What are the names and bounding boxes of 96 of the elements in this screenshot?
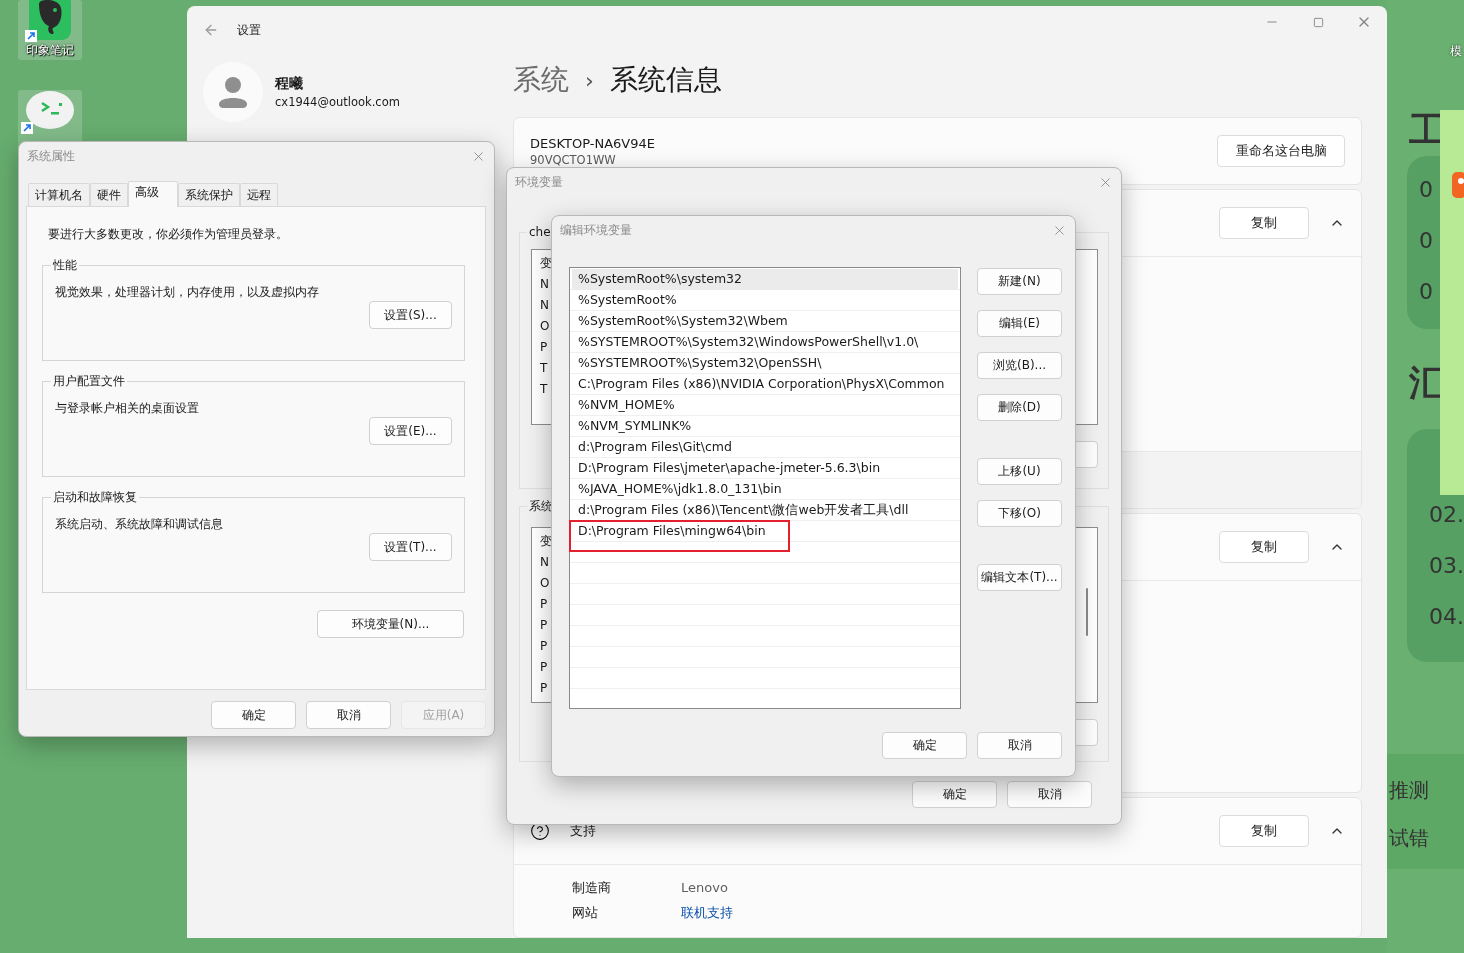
app-logo-icon <box>1452 172 1464 198</box>
tab[interactable]: 远程 <box>240 183 278 206</box>
info-value: Lenovo <box>681 880 728 895</box>
support-link[interactable]: 联机支持 <box>681 903 733 922</box>
window-title: 设置 <box>237 21 261 39</box>
note-text: 试错 <box>1389 825 1430 851</box>
action-button[interactable]: 上移(U) <box>977 458 1062 485</box>
dialog-button[interactable]: 确定 <box>912 781 997 808</box>
note-text: 推测 <box>1389 777 1430 803</box>
list-number: 0 <box>1419 227 1433 255</box>
action-button[interactable]: 新建(N) <box>977 268 1062 295</box>
user-email: cx1944@outlook.com <box>275 95 400 109</box>
info-label: 制造商 <box>572 878 612 897</box>
list-number: 0 <box>1419 278 1433 306</box>
step-number: 03. <box>1429 552 1464 580</box>
section-title: 支持 <box>570 822 596 840</box>
tab[interactable]: 硬件 <box>90 183 128 206</box>
step-number: 04. <box>1429 603 1464 631</box>
variable-name: T <box>539 381 548 398</box>
path-entry[interactable]: %NVM_SYMLINK% <box>572 416 958 437</box>
maximize-icon <box>1312 16 1324 28</box>
copy-button[interactable]: 复制 <box>1219 531 1309 563</box>
app-label: 模 <box>1450 43 1462 60</box>
page-title: 系统信息 <box>609 62 722 98</box>
dialog-button[interactable]: 取消 <box>1007 781 1092 808</box>
group-description: 视觉效果，处理器计划，内存使用，以及虚拟内存 <box>55 284 320 301</box>
group-description: 与登录帐户相关的桌面设置 <box>55 400 200 417</box>
variable-name: P <box>539 680 548 697</box>
chat-bubble-icon[interactable] <box>25 90 75 132</box>
step-number: 02. <box>1429 501 1464 529</box>
variable-name: P <box>539 596 548 613</box>
path-entry[interactable]: %SystemRoot%\system32 <box>572 269 958 290</box>
variable-name: N <box>539 297 549 314</box>
settings-button[interactable]: 设置(T)... <box>369 533 452 561</box>
path-entry[interactable]: %SYSTEMROOT%\System32\OpenSSH\ <box>572 353 958 374</box>
variable-name: N <box>539 554 549 571</box>
group-title: che <box>528 225 552 239</box>
variable-name: P <box>539 638 548 655</box>
device-model: 90VQCTO1WW <box>530 152 617 167</box>
action-button[interactable]: 浏览(B)... <box>977 352 1062 379</box>
variable-name: P <box>539 617 548 634</box>
variable-name: 变 <box>539 255 552 272</box>
action-button[interactable]: 编辑(E) <box>977 310 1062 337</box>
rename-button[interactable]: 重命名这台电脑 <box>1217 135 1345 167</box>
path-entry[interactable]: %JAVA_HOME%\jdk1.8.0_131\bin <box>572 479 958 500</box>
variable-name: T <box>539 360 548 377</box>
dialog-button[interactable]: 确定 <box>211 701 296 729</box>
tab[interactable]: 计算机名 <box>28 183 90 206</box>
notes-app-icon[interactable] <box>29 0 71 40</box>
action-button[interactable]: 删除(D) <box>977 394 1062 421</box>
variable-name: O <box>539 318 550 335</box>
breadcrumb-separator: › <box>585 67 594 93</box>
path-entry[interactable]: %SystemRoot%\System32\Wbem <box>572 311 958 332</box>
variable-name: P <box>539 659 548 676</box>
action-button[interactable]: 编辑文本(T)... <box>977 564 1062 591</box>
shortcut-arrow-icon <box>25 30 37 42</box>
dialog-title: 编辑环境变量 <box>560 221 632 239</box>
group-title: 启动和故障恢复 <box>52 489 138 506</box>
path-entry[interactable]: D:\Program Files\jmeter\apache-jmeter-5.6.3\bin <box>572 458 958 479</box>
environment-variables-button[interactable]: 环境变量(N)... <box>317 610 464 638</box>
dialog-title: 系统属性 <box>27 147 75 165</box>
settings-button[interactable]: 设置(E)... <box>369 417 452 445</box>
copy-button[interactable]: 复制 <box>1219 207 1309 239</box>
path-entry[interactable]: %SystemRoot% <box>572 290 958 311</box>
dialog-button[interactable]: 取消 <box>306 701 391 729</box>
user-name: 程曦 <box>275 75 304 93</box>
group-description: 系统启动、系统故障和调试信息 <box>55 516 224 533</box>
path-entry[interactable]: d:\Program Files (x86)\Tencent\微信web开发者工具\dll <box>572 500 958 521</box>
path-entry[interactable]: %SYSTEMROOT%\System32\WindowsPowerShell\v1.0\ <box>572 332 958 353</box>
variable-name: 变 <box>539 533 552 550</box>
scrollbar-thumb[interactable] <box>1086 588 1088 636</box>
path-entry[interactable]: C:\Program Files (x86)\NVIDIA Corporation\PhysX\Common <box>572 374 958 395</box>
copy-button[interactable]: 复制 <box>1219 815 1309 847</box>
group-title: 用户配置文件 <box>52 373 126 390</box>
list-number: 0 <box>1419 176 1433 204</box>
variable-name: O <box>539 575 550 592</box>
variable-name: N <box>539 276 549 293</box>
dialog-title: 环境变量 <box>515 173 563 191</box>
group-title: 性能 <box>52 257 78 274</box>
device-name: DESKTOP-NA6V94E <box>530 135 655 151</box>
info-label: 网站 <box>572 903 599 922</box>
shortcut-arrow-icon <box>21 122 33 134</box>
path-entry[interactable]: %NVM_HOME% <box>572 395 958 416</box>
back-button[interactable] <box>203 22 219 38</box>
settings-button[interactable]: 设置(S)... <box>369 301 452 329</box>
tab[interactable]: 系统保护 <box>178 183 240 206</box>
tab[interactable]: 高级 <box>128 181 178 207</box>
variable-name: P <box>539 339 548 356</box>
dialog-button[interactable]: 取消 <box>977 732 1062 759</box>
admin-notice: 要进行大多数更改，你必须作为管理员登录。 <box>48 226 289 243</box>
path-entry[interactable]: d:\Program Files\Git\cmd <box>572 437 958 458</box>
avatar-icon[interactable] <box>203 62 263 122</box>
breadcrumb-link[interactable]: 系统 <box>513 61 569 99</box>
shortcut-label: 印象笔记 <box>26 42 74 59</box>
dialog-button[interactable]: 确定 <box>882 732 967 759</box>
action-button[interactable]: 下移(O) <box>977 500 1062 527</box>
